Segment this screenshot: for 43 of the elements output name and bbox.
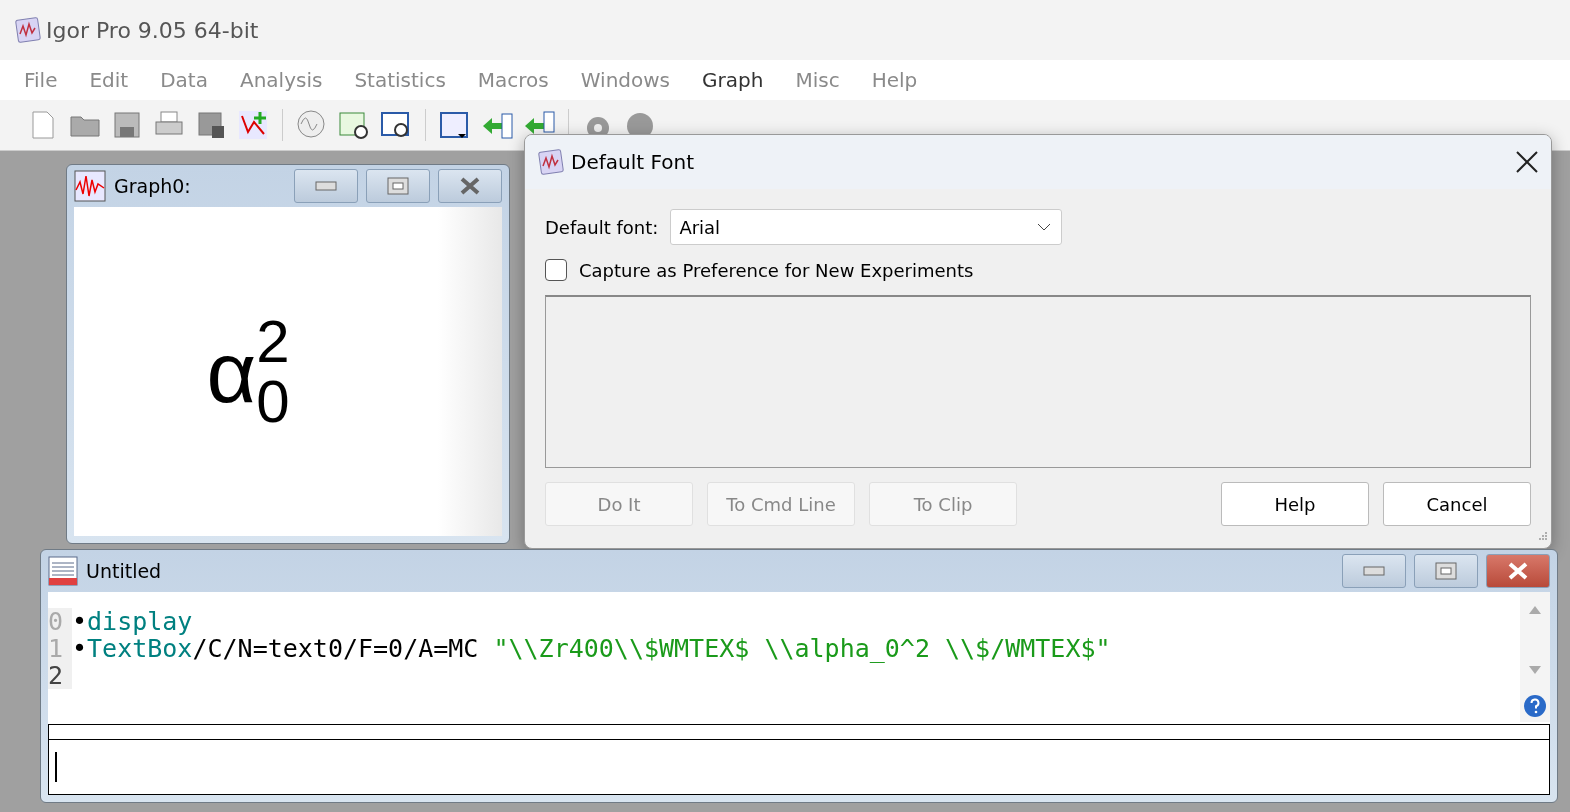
dialog-title: Default Font [571, 150, 695, 174]
font-dropdown[interactable]: Arial [670, 209, 1063, 245]
resize-grip-icon[interactable] [1538, 531, 1548, 541]
graph-add-icon[interactable] [236, 108, 270, 142]
formula-superscript: 2 [256, 311, 290, 372]
close-icon[interactable] [1515, 150, 1539, 174]
restore-button[interactable] [1414, 554, 1478, 588]
restore-icon [387, 177, 409, 195]
dialog-button[interactable]: Cancel [1383, 482, 1531, 526]
app-icon [14, 16, 42, 44]
line-number: 2 [48, 662, 72, 689]
field-label: Default font: [545, 216, 659, 238]
graph-icon [74, 170, 106, 202]
window-title: Graph0: [114, 175, 192, 197]
formula-symbol: α [206, 328, 257, 415]
history-line: •display [72, 608, 193, 635]
close-icon [459, 177, 481, 195]
line-number: 0 [48, 608, 72, 635]
dialog-button[interactable]: Help [1221, 482, 1369, 526]
window-title: Igor Pro 9.05 64-bit [46, 17, 259, 43]
scroll-down-icon[interactable] [1529, 666, 1541, 674]
minimize-button[interactable] [294, 169, 358, 203]
menu-item[interactable]: Graph [686, 68, 780, 92]
notebook-icon [48, 556, 78, 586]
restore-icon [1435, 562, 1457, 580]
minimize-button[interactable] [1342, 554, 1406, 588]
app-icon [537, 148, 565, 176]
close-button[interactable] [438, 169, 502, 203]
checkbox[interactable] [545, 259, 567, 281]
checkbox-label: Capture as Preference for New Experiments [579, 259, 974, 281]
restore-button[interactable] [366, 169, 430, 203]
minimize-icon [1363, 566, 1385, 576]
line-number: 1 [48, 635, 72, 662]
window-title: Untitled [86, 560, 163, 582]
formula-subscript: 0 [256, 371, 290, 432]
close-icon [1507, 562, 1529, 580]
scroll-up-icon[interactable] [1529, 606, 1541, 614]
history-line: •TextBox/C/N=text0/F=0/A=MC "\\Zr400\\$WMTEX$ \\alpha_0^2 \\$/WMTEX$" [72, 635, 1111, 662]
minimize-icon [315, 181, 337, 191]
close-button[interactable] [1486, 554, 1550, 588]
command-line-field[interactable] [48, 740, 1550, 795]
chevron-down-icon [1037, 223, 1052, 231]
splitter-bar[interactable] [48, 724, 1550, 740]
